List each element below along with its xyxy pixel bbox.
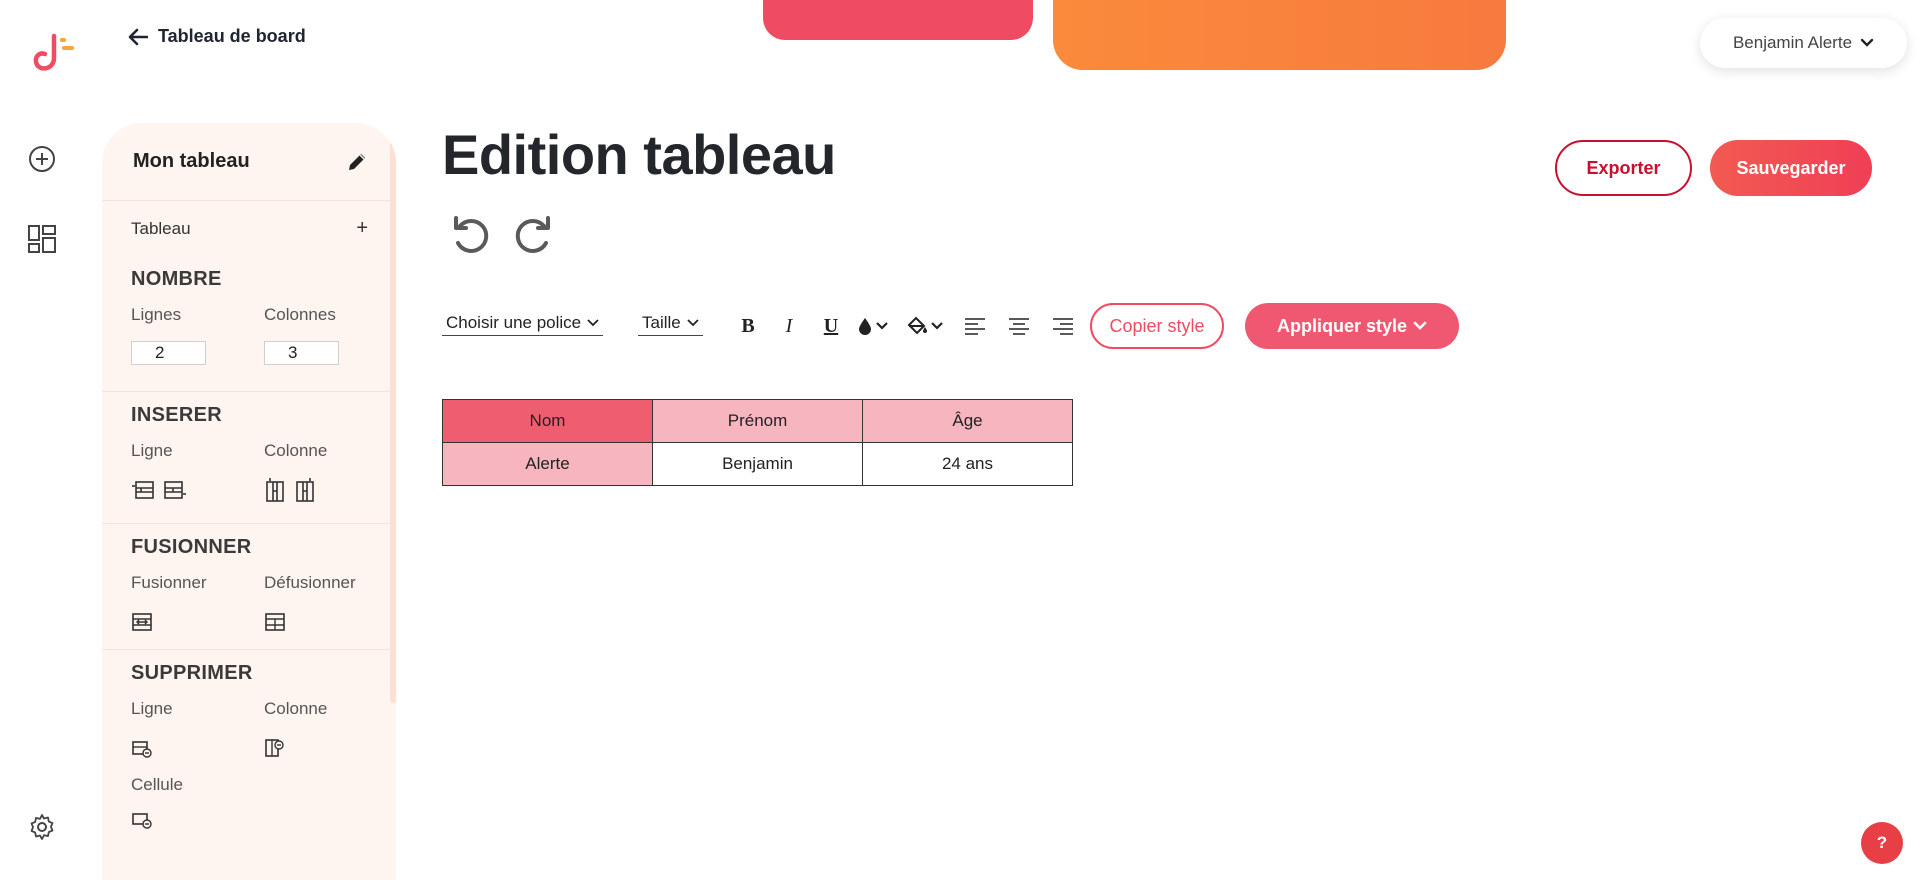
chevron-down-icon: [687, 319, 699, 327]
settings-gear-icon[interactable]: [26, 811, 58, 843]
table-cell[interactable]: Âge: [862, 399, 1073, 443]
rows-label: Lignes: [131, 305, 182, 324]
back-link-label: Tableau de board: [158, 26, 306, 46]
unmerge-cells-icon[interactable]: [264, 611, 286, 633]
table-cell[interactable]: Alerte: [442, 442, 653, 486]
save-button[interactable]: Sauvegarder: [1710, 140, 1872, 196]
table-header-row: Nom Prénom Âge: [442, 399, 1073, 443]
decorative-red-shape: [763, 0, 1033, 40]
apply-style-label: Appliquer style: [1276, 315, 1408, 336]
dashboard-icon[interactable]: [26, 223, 58, 255]
panel-table-row: Tableau +: [102, 201, 396, 256]
section-title-nombre: NOMBRE: [131, 268, 222, 290]
section-supprimer: SUPPRIMER Ligne Colonne Cellule: [102, 649, 396, 864]
underline-button[interactable]: U: [820, 313, 842, 339]
page-title: Edition tableau: [442, 123, 836, 186]
export-button[interactable]: Exporter: [1555, 140, 1692, 196]
section-title-supprimer: SUPPRIMER: [131, 662, 253, 684]
droplet-icon: [859, 318, 871, 335]
decorative-orange-shape: [1053, 0, 1506, 70]
cols-count-input[interactable]: [264, 341, 339, 365]
chevron-down-icon: [1860, 38, 1874, 47]
edited-table: Nom Prénom Âge Alerte Benjamin 24 ans: [442, 399, 1073, 486]
user-name: Benjamin Alerte: [1732, 33, 1853, 52]
table-cell[interactable]: Nom: [442, 399, 653, 443]
undo-icon[interactable]: [448, 212, 492, 256]
table-cell[interactable]: Benjamin: [652, 442, 863, 486]
font-size-select[interactable]: Taille: [638, 313, 703, 336]
chevron-down-icon: [1413, 321, 1427, 330]
text-color-button[interactable]: [857, 313, 893, 339]
italic-button[interactable]: I: [779, 313, 799, 339]
align-right-icon[interactable]: [1051, 313, 1075, 339]
copy-style-button[interactable]: Copier style: [1090, 303, 1224, 349]
section-title-fusionner: FUSIONNER: [131, 536, 252, 558]
table-row-label: Tableau: [131, 218, 191, 238]
section-fusionner: FUSIONNER Fusionner Défusionner: [102, 523, 396, 649]
table-cell[interactable]: 24 ans: [862, 442, 1073, 486]
align-center-icon[interactable]: [1007, 313, 1031, 339]
cols-label: Colonnes: [264, 305, 336, 324]
arrow-left-icon: [128, 28, 148, 45]
edit-pencil-icon[interactable]: [346, 151, 368, 173]
panel-header: Mon tableau: [102, 123, 396, 201]
panel-title: Mon tableau: [133, 150, 250, 172]
apply-style-button[interactable]: Appliquer style: [1245, 303, 1459, 349]
font-select-value: Choisir une police: [446, 313, 582, 332]
size-select-value: Taille: [642, 313, 681, 332]
insert-row-above-icon[interactable]: [131, 479, 155, 501]
merge-label: Fusionner: [131, 573, 207, 592]
insert-row-below-icon[interactable]: [163, 479, 187, 501]
table-settings-panel: Mon tableau Tableau + NOMBRE Lignes Colo…: [102, 123, 396, 880]
delete-column-icon[interactable]: [264, 737, 286, 759]
user-menu-button[interactable]: Benjamin Alerte: [1700, 18, 1907, 68]
delete-cell-label: Cellule: [131, 775, 183, 794]
insert-col-label: Colonne: [264, 441, 328, 460]
redo-icon[interactable]: [512, 212, 556, 256]
rows-count-input[interactable]: [131, 341, 206, 365]
delete-col-label: Colonne: [264, 699, 328, 718]
insert-col-right-icon[interactable]: [294, 477, 316, 503]
add-table-button[interactable]: +: [356, 217, 368, 240]
bold-button[interactable]: B: [738, 313, 758, 339]
back-link[interactable]: Tableau de board: [128, 26, 306, 47]
unmerge-label: Défusionner: [264, 573, 356, 592]
table-cell[interactable]: Prénom: [652, 399, 863, 443]
app-logo[interactable]: [32, 28, 82, 78]
help-button[interactable]: ?: [1861, 822, 1903, 864]
chevron-down-icon: [587, 319, 599, 327]
insert-col-left-icon[interactable]: [264, 477, 286, 503]
font-family-select[interactable]: Choisir une police: [442, 313, 604, 336]
delete-row-label: Ligne: [131, 699, 173, 718]
add-circle-icon[interactable]: [26, 143, 58, 175]
fill-color-button[interactable]: [906, 313, 946, 339]
section-nombre: NOMBRE Lignes Colonnes: [102, 256, 396, 391]
align-left-icon[interactable]: [963, 313, 987, 339]
merge-cells-icon[interactable]: [131, 611, 153, 633]
section-title-inserer: INSERER: [131, 404, 223, 426]
delete-cell-icon[interactable]: [131, 809, 153, 831]
insert-row-label: Ligne: [131, 441, 173, 460]
table-row: Alerte Benjamin 24 ans: [442, 442, 1073, 486]
section-inserer: INSERER Ligne Colonne: [102, 391, 396, 523]
delete-row-icon[interactable]: [131, 737, 153, 759]
